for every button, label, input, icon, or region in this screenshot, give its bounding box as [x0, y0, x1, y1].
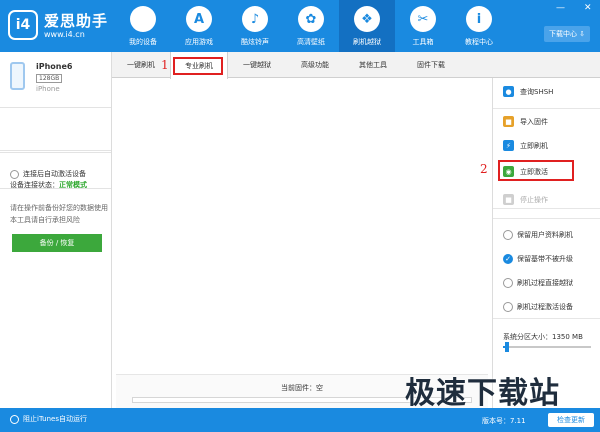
- annotation-number-1: 1: [161, 58, 169, 72]
- watermark-text: 极速下载站: [405, 376, 560, 411]
- auto-activate-radio[interactable]: [10, 169, 19, 179]
- divider: [493, 108, 600, 109]
- action-0-button[interactable]: ● 查询SHSH: [503, 86, 553, 97]
- app-logo: i4 爱思助手 www.i4.cn: [8, 8, 118, 44]
- system-partition-slider[interactable]: [503, 342, 591, 352]
- search-icon: ●: [503, 86, 514, 97]
- flash-icon: ⚡: [503, 140, 514, 151]
- close-icon[interactable]: ✕: [584, 3, 592, 13]
- tab-highlight-box: [173, 57, 223, 75]
- nav-item-2[interactable]: ♪ 酷炫铃声: [227, 0, 283, 52]
- import-icon: ■: [503, 116, 514, 127]
- nav-label: 酷炫铃声: [241, 38, 269, 46]
- radio-icon[interactable]: [503, 302, 513, 312]
- option-label: 保留用户资料刷机: [517, 231, 573, 239]
- action-label: 停止操作: [520, 195, 548, 204]
- divider: [0, 150, 111, 151]
- divider: [493, 218, 600, 219]
- divider: [493, 318, 600, 319]
- radio-icon[interactable]: [503, 230, 513, 240]
- auto-activate-option[interactable]: 连接后自动激活设备: [10, 169, 86, 179]
- action-2-button[interactable]: ⚡ 立即刷机: [503, 140, 548, 151]
- backup-restore-button[interactable]: 备份 / 恢复: [12, 234, 102, 252]
- logo-badge-icon: i4: [8, 10, 38, 40]
- tab-3[interactable]: 高级功能: [286, 52, 344, 78]
- nav-item-1[interactable]: A 应用游戏: [171, 0, 227, 52]
- tools-icon: ✂: [410, 6, 436, 32]
- checked-radio-icon[interactable]: ✓: [503, 254, 513, 264]
- flash-option-0[interactable]: 保留用户资料刷机: [503, 230, 573, 240]
- nav-label: 刷机越狱: [353, 38, 381, 46]
- check-update-button[interactable]: 检查更新: [548, 413, 594, 427]
- action-label: 立即刷机: [520, 141, 548, 150]
- iphone-icon: [10, 62, 25, 90]
- radio-icon[interactable]: [503, 278, 513, 288]
- nav-label: 工具箱: [412, 38, 434, 46]
- option-label: 保留基带不被升级: [517, 255, 573, 263]
- appstore-icon: A: [186, 6, 212, 32]
- tab-4[interactable]: 其他工具: [344, 52, 402, 78]
- device-model: iPhone: [36, 85, 60, 93]
- device-capacity: 128GB: [36, 74, 63, 83]
- device-name: iPhone6: [36, 62, 73, 71]
- nav-label: 教程中心: [465, 38, 493, 46]
- action-1-button[interactable]: ■ 导入固件: [503, 116, 548, 127]
- flash-option-1[interactable]: ✓ 保留基带不被升级: [503, 254, 573, 264]
- block-itunes-radio[interactable]: [10, 414, 19, 424]
- flash-option-3[interactable]: 刷机过程激活设备: [503, 302, 573, 312]
- flash-content-area: [116, 82, 488, 374]
- flash-option-2[interactable]: 刷机过程直接越狱: [503, 278, 573, 288]
- header-bar: i4 爱思助手 www.i4.cn 我的设备 A 应用游戏 ♪ 酷炫铃声 ✿ 高清壁纸 ❖ 刷机…: [0, 0, 600, 52]
- apple-icon: [130, 6, 156, 32]
- nav-item-5[interactable]: ✂ 工具箱: [395, 0, 451, 52]
- backup-tip: 请在操作前备份好您的数据使用本工具请自行承担风险: [10, 204, 108, 224]
- auto-activate-label: 连接后自动激活设备: [23, 170, 86, 178]
- stop-icon: ■: [503, 194, 514, 205]
- divider: [0, 152, 111, 153]
- info-icon: i: [466, 6, 492, 32]
- action-panel: 系统分区大小：1350 MB ● 查询SHSH ■ 导入固件 ⚡ 立即刷机 ◉ 立即激活 ■ 停止…: [492, 78, 600, 408]
- main-nav: 我的设备 A 应用游戏 ♪ 酷炫铃声 ✿ 高清壁纸 ❖ 刷机越狱 ✂ 工具箱 i 教程中心: [115, 0, 507, 52]
- action-4-button[interactable]: ■ 停止操作: [503, 194, 548, 205]
- activate-highlight-box: [498, 160, 574, 181]
- minimize-icon[interactable]: —: [556, 3, 565, 13]
- block-itunes-option[interactable]: 阻止iTunes自动运行: [10, 414, 87, 424]
- divider: [0, 188, 111, 189]
- nav-label: 高清壁纸: [297, 38, 325, 46]
- nav-item-3[interactable]: ✿ 高清壁纸: [283, 0, 339, 52]
- option-label: 刷机过程激活设备: [517, 303, 573, 311]
- nav-item-0[interactable]: 我的设备: [115, 0, 171, 52]
- action-label: 导入固件: [520, 117, 548, 126]
- annotation-number-2: 2: [480, 162, 488, 176]
- logo-text: 爱思助手: [44, 12, 109, 30]
- logo-url: www.i4.cn: [44, 30, 85, 39]
- block-itunes-label: 阻止iTunes自动运行: [23, 415, 87, 423]
- option-label: 刷机过程直接越狱: [517, 279, 573, 287]
- version-label: 版本号：7.11: [482, 417, 526, 425]
- nav-label: 应用游戏: [185, 38, 213, 46]
- device-info: iPhone6 128GB iPhone: [10, 62, 110, 102]
- divider: [0, 107, 111, 108]
- slider-thumb[interactable]: [504, 342, 509, 352]
- tab-5[interactable]: 固件下载: [402, 52, 460, 78]
- system-partition-label: 系统分区大小：1350 MB: [503, 333, 583, 341]
- nav-item-6[interactable]: i 教程中心: [451, 0, 507, 52]
- download-center-button[interactable]: 下载中心 ⇩: [544, 26, 590, 42]
- nav-label: 我的设备: [129, 38, 157, 46]
- device-panel: iPhone6 128GB iPhone 设备连接状态：正常模式 连接后自动激活…: [0, 52, 112, 408]
- tab-2[interactable]: 一键越狱: [228, 52, 286, 78]
- bell-icon: ♪: [242, 6, 268, 32]
- action-label: 查询SHSH: [520, 87, 554, 96]
- dropbox-icon: ❖: [354, 6, 380, 32]
- flower-icon: ✿: [298, 6, 324, 32]
- divider: [493, 208, 600, 209]
- nav-item-4[interactable]: ❖ 刷机越狱: [339, 0, 395, 52]
